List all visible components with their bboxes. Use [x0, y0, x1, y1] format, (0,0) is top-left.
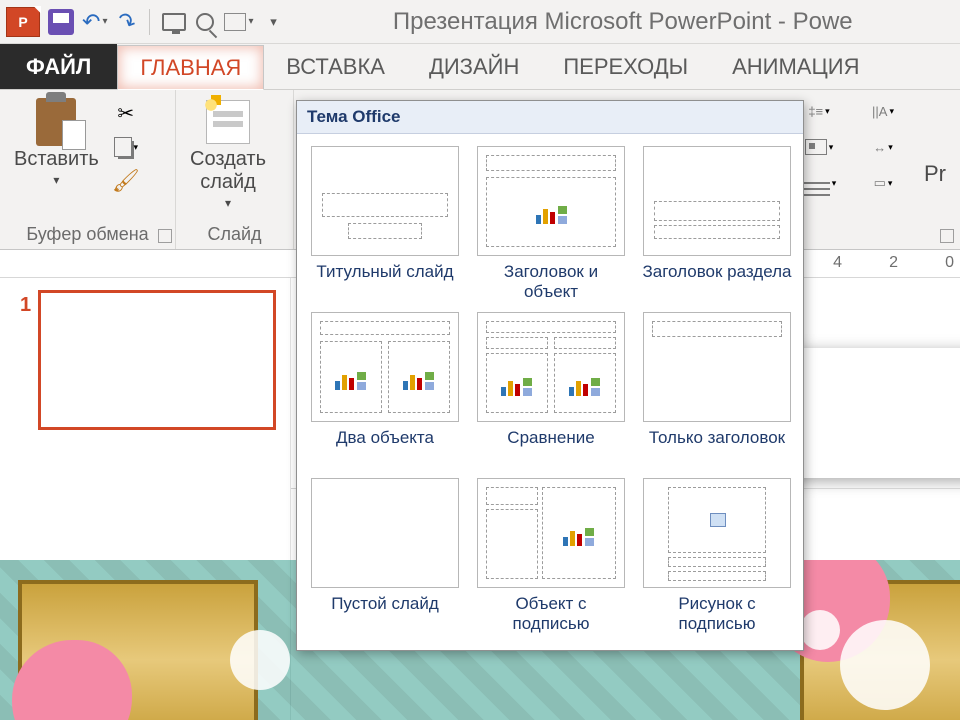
redo-button[interactable]: ↶	[115, 8, 137, 36]
text-direction-button[interactable]: ||A▾	[860, 98, 906, 124]
tab-file[interactable]: ФАЙЛ	[0, 44, 117, 89]
paste-label: Вставить	[14, 148, 99, 171]
new-slide-icon	[206, 100, 250, 144]
slide-thumbnail-1[interactable]	[38, 290, 276, 430]
layout-item-picture-caption[interactable]: Рисунок с подписью	[641, 478, 793, 634]
cut-button[interactable]: ✂	[113, 100, 139, 126]
group-label-slides: Слайд	[186, 222, 283, 247]
save-button[interactable]	[48, 8, 74, 36]
layout-label: Рисунок с подписью	[641, 594, 793, 634]
shapes-icon: ▭	[874, 175, 886, 191]
undo-button[interactable]: ↶▾	[82, 8, 107, 36]
line-spacing-icon: ‡≡	[808, 104, 823, 119]
picture-icon	[224, 13, 246, 31]
brush-icon: 🖌	[112, 168, 140, 194]
layout-item-blank[interactable]: Пустой слайд	[309, 478, 461, 634]
quick-access-toolbar: P ↶▾ ↶ ▾ ▾ Презентация Microsoft PowerPo…	[0, 0, 960, 44]
slide-layout-gallery: Тема Office Титульный слайд Заголовок и …	[296, 100, 804, 651]
paste-button[interactable]: Вставить ▾	[10, 96, 103, 189]
tab-insert[interactable]: ВСТАВКА	[264, 44, 407, 89]
ribbon-tabs: ФАЙЛ ГЛАВНАЯ ВСТАВКА ДИЗАЙН ПЕРЕХОДЫ АНИ…	[0, 44, 960, 90]
insert-picture-button[interactable]: ▾	[224, 8, 253, 36]
group-label-clipboard: Буфер обмена	[10, 222, 165, 247]
shapes-button[interactable]: ▭▾	[860, 170, 906, 196]
layout-item-title-content[interactable]: Заголовок и объект	[475, 146, 627, 302]
smartart-icon	[802, 182, 830, 184]
slide-number: 1	[20, 294, 31, 317]
layout-label: Только заголовок	[649, 428, 785, 468]
paragraph-dialog-launcher[interactable]	[940, 229, 954, 243]
picture-icon	[710, 513, 726, 527]
qat-separator	[149, 9, 150, 35]
gallery-header: Тема Office	[297, 101, 803, 134]
print-preview-button[interactable]	[194, 8, 216, 36]
layout-item-comparison[interactable]: Сравнение	[475, 312, 627, 468]
new-slide-button[interactable]: Создать слайд ▾	[186, 96, 270, 212]
group-slides: Создать слайд ▾ Слайд	[176, 90, 294, 249]
clipboard-icon	[36, 98, 76, 146]
save-icon	[48, 9, 74, 35]
copy-icon	[114, 137, 132, 157]
text-direction-icon: ||A	[872, 104, 887, 119]
clipboard-dialog-launcher[interactable]	[158, 229, 172, 243]
layout-label: Заголовок и объект	[475, 262, 627, 302]
group-clipboard: Вставить ▾ ✂ ▾ 🖌 Буфер обмена	[0, 90, 176, 249]
ruler-mark-2: 2	[889, 254, 898, 272]
clipped-label: Pr	[924, 161, 946, 187]
slideshow-from-start-button[interactable]	[162, 8, 186, 36]
layout-item-section-header[interactable]: Заголовок раздела	[641, 146, 793, 302]
layout-label: Пустой слайд	[331, 594, 439, 634]
layout-label: Заголовок раздела	[643, 262, 792, 302]
content-icon	[568, 375, 602, 397]
columns-button[interactable]: ↔▾	[860, 134, 906, 160]
layout-item-content-caption[interactable]: Объект с подписью	[475, 478, 627, 634]
content-icon	[562, 525, 596, 547]
ruler-mark-4: 4	[833, 254, 842, 272]
content-icon	[402, 369, 436, 391]
align-icon	[805, 139, 827, 155]
redo-icon: ↶	[113, 6, 141, 37]
layout-item-title-only[interactable]: Только заголовок	[641, 312, 793, 468]
layout-label: Два объекта	[336, 428, 434, 468]
undo-icon: ↶	[82, 9, 100, 35]
screen-icon	[162, 13, 186, 31]
app-logo: P	[6, 7, 40, 37]
content-icon	[535, 203, 569, 225]
format-painter-button[interactable]: 🖌	[113, 168, 139, 194]
tab-animations[interactable]: АНИМАЦИЯ	[710, 44, 881, 89]
columns-icon: ↔	[873, 140, 886, 155]
tab-home[interactable]: ГЛАВНАЯ	[117, 45, 264, 90]
tab-transitions[interactable]: ПЕРЕХОДЫ	[541, 44, 710, 89]
content-icon	[500, 375, 534, 397]
scissors-icon: ✂	[117, 101, 134, 126]
layout-label: Сравнение	[507, 428, 594, 468]
layout-item-two-content[interactable]: Два объекта	[309, 312, 461, 468]
magnifier-icon	[196, 13, 214, 31]
layout-item-title-slide[interactable]: Титульный слайд	[309, 146, 461, 302]
ribbon-right-controls: ‡≡▾ ▾ ▾ ||A▾ ↔▾ ▭▾ Pr	[782, 90, 960, 249]
new-slide-label: Создать слайд	[190, 148, 266, 194]
tab-design[interactable]: ДИЗАЙН	[407, 44, 541, 89]
qat-customize-button[interactable]: ▾	[262, 8, 284, 36]
content-icon	[334, 369, 368, 391]
layout-label: Титульный слайд	[316, 262, 453, 302]
ruler-mark-0: 0	[945, 254, 954, 272]
copy-button[interactable]: ▾	[113, 134, 139, 160]
window-title: Презентация Microsoft PowerPoint - Powe	[292, 8, 955, 36]
layout-label: Объект с подписью	[475, 594, 627, 634]
